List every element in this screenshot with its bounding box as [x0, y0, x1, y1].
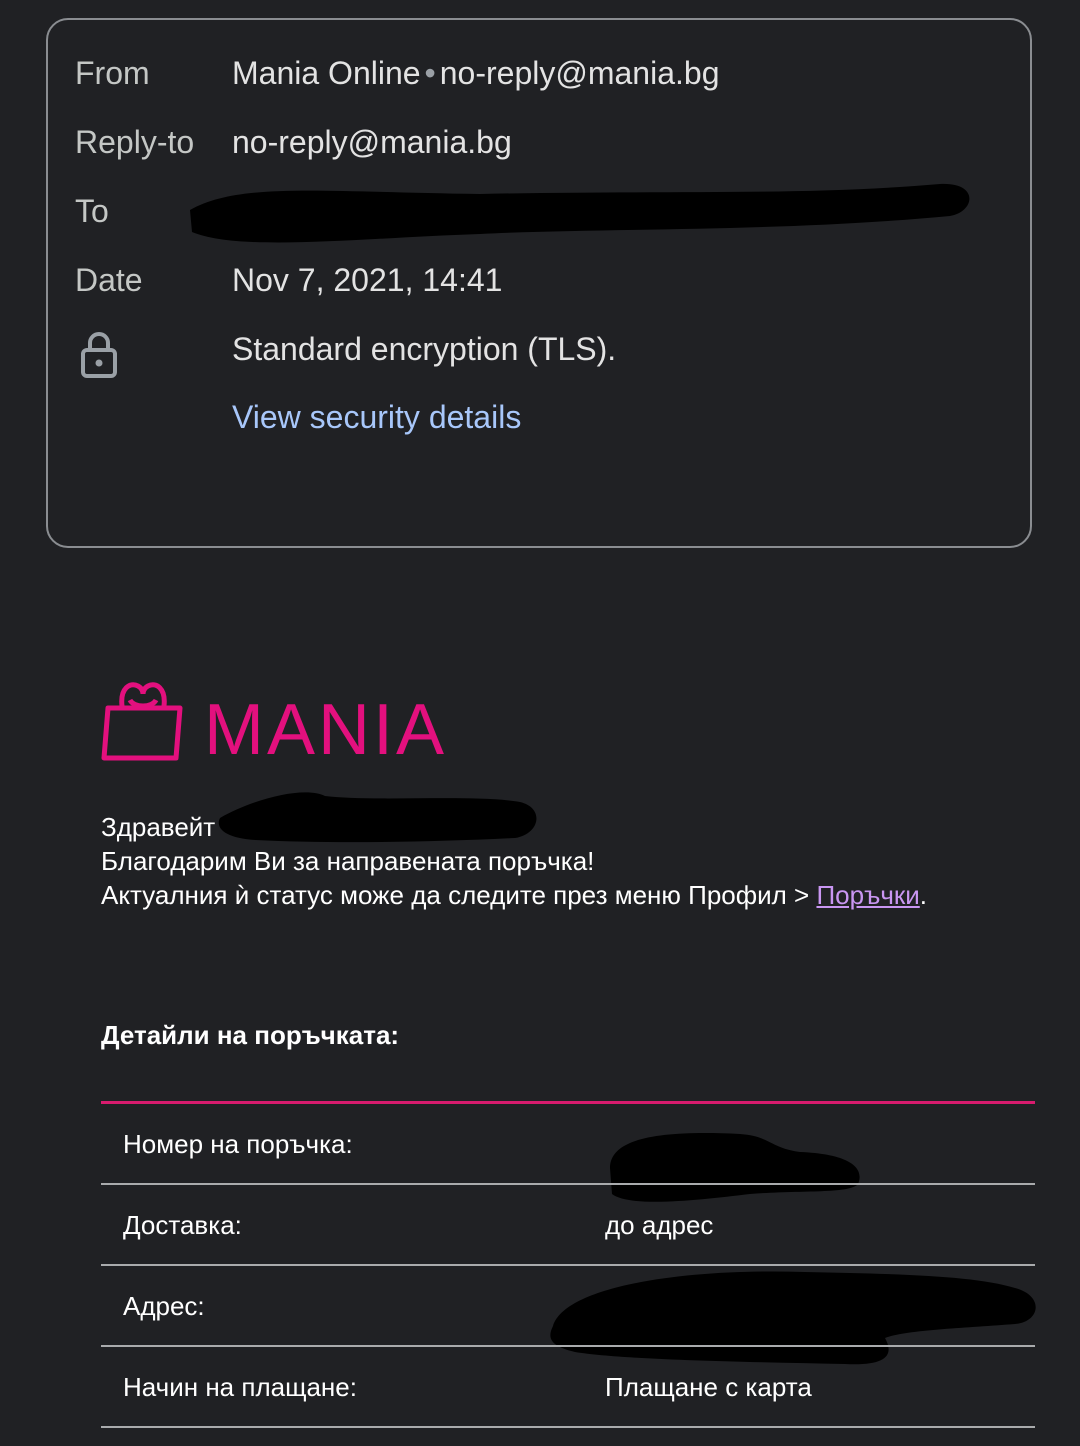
- mania-bag-logo-icon: [101, 682, 183, 761]
- thanks-line: Благодарим Ви за направената поръчка!: [101, 846, 595, 876]
- reply-to-label: Reply-to: [75, 124, 195, 160]
- encryption-row: Standard encryption (TLS).: [48, 324, 1030, 374]
- sender-email: no-reply@mania.bg: [439, 55, 720, 91]
- from-label: From: [75, 55, 150, 91]
- table-row: Доставка: до адрес: [101, 1185, 1035, 1266]
- to-label: To: [75, 193, 109, 229]
- message-details-card: From Mania Online • no-reply@mania.bg Repl…: [46, 18, 1032, 548]
- status-text: Актуалния ѝ статус може да следите през …: [101, 880, 817, 910]
- view-security-details-link[interactable]: View security details: [232, 392, 521, 442]
- orders-link[interactable]: Поръчки: [816, 880, 919, 910]
- table-row: Адрес:: [101, 1266, 1035, 1347]
- row-label: Номер на поръчка:: [123, 1129, 353, 1159]
- reply-to-row: Reply-to no-reply@mania.bg: [48, 117, 1030, 167]
- order-details-table: Номер на поръчка: Доставка: до адрес Адр…: [101, 1104, 1035, 1428]
- greeting-block: Здравейт Благодарим Ви за направената по…: [101, 810, 927, 912]
- redaction-to-field: [190, 183, 970, 243]
- email-view: From Mania Online • no-reply@mania.bg Repl…: [0, 0, 1080, 1446]
- date-row: Date Nov 7, 2021, 14:41: [48, 255, 1030, 305]
- row-label: Адрес:: [123, 1291, 205, 1321]
- row-label: Доставка:: [123, 1210, 242, 1240]
- table-row: Начин на плащане: Плащане с карта: [101, 1347, 1035, 1428]
- table-row: Номер на поръчка:: [101, 1104, 1035, 1185]
- greeting-line: Здравейт: [101, 812, 216, 842]
- row-value: Плащане с карта: [605, 1372, 812, 1402]
- security-row: View security details: [48, 392, 1030, 442]
- mania-logo-text: MANIA: [204, 690, 448, 770]
- from-value[interactable]: Mania Online • no-reply@mania.bg: [232, 48, 719, 98]
- row-value: до адрес: [605, 1210, 714, 1240]
- encryption-text: Standard encryption (TLS).: [232, 331, 617, 367]
- date-label: Date: [75, 262, 143, 298]
- date-value: Nov 7, 2021, 14:41: [232, 262, 503, 298]
- reply-to-value[interactable]: no-reply@mania.bg: [232, 117, 512, 167]
- order-details-title: Детайли на поръчката:: [101, 1020, 400, 1050]
- sender-name: Mania Online: [232, 55, 421, 91]
- status-line: Актуалния ѝ статус може да следите през …: [101, 878, 927, 912]
- status-suffix: .: [919, 880, 928, 910]
- from-row: From Mania Online • no-reply@mania.bg: [48, 48, 1030, 98]
- separator-dot: •: [424, 55, 436, 91]
- row-label: Начин на плащане:: [123, 1372, 357, 1402]
